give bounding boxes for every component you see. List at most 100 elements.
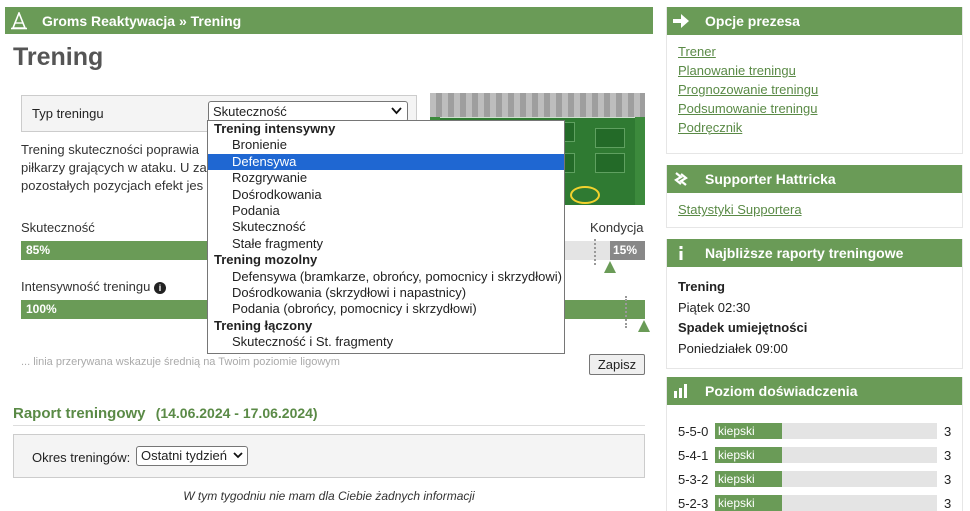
dropdown-option[interactable]: Dośrodkowania (skrzydłowi i napastnicy)	[208, 285, 564, 301]
skutecznosc-label: Skuteczność	[21, 220, 95, 235]
supporter-icon	[667, 165, 695, 193]
report-title: Raport treningowy (14.06.2024 - 17.06.20…	[13, 405, 318, 422]
page-title: Trening	[13, 43, 104, 71]
panel-supporter: Supporter Hattricka Statystyki Supporter…	[666, 165, 963, 228]
dropdown-option[interactable]: Rozgrywanie	[208, 170, 564, 186]
kondycja-bar: 15%	[610, 241, 645, 260]
chevron-down-icon	[391, 105, 402, 119]
dropdown-option[interactable]: Defensywa (bramkarze, obrońcy, pomocnicy…	[208, 269, 564, 285]
divider	[13, 425, 645, 426]
training-type-dropdown: Trening intensywny Bronienie Defensywa R…	[207, 120, 565, 354]
description-line: pozostałych pozycjach efekt jes	[21, 178, 204, 193]
period-select[interactable]: Ostatni tydzień	[136, 446, 248, 466]
average-line	[625, 296, 627, 328]
panel-doswiadczenie: Poziom doświadczenia 5-5-0 kiepski 3 5-4…	[666, 377, 963, 511]
experience-value: 3	[944, 496, 952, 511]
report-type: Spadek umiejętności	[678, 320, 808, 335]
link-planowanie[interactable]: Planowanie treningu	[678, 63, 962, 78]
dropdown-option[interactable]: Bronienie	[208, 137, 564, 153]
experience-level: kiepski	[715, 471, 782, 487]
breadcrumb: Groms Reaktywacja » Trening	[42, 12, 242, 29]
dropdown-option[interactable]: Stałe fragmenty	[208, 236, 564, 252]
experience-value: 3	[944, 448, 952, 463]
dropdown-option-highlighted[interactable]: Defensywa	[208, 153, 564, 171]
panel-header: Supporter Hattricka	[667, 165, 962, 193]
position-cell	[595, 128, 625, 148]
average-note: ... linia przerywana wskazuje średnią na…	[21, 356, 340, 368]
training-type-select[interactable]: Skuteczność	[208, 101, 408, 122]
experience-level: kiepski	[715, 447, 782, 463]
training-cone-icon	[5, 7, 32, 34]
panel-header: Poziom doświadczenia	[667, 377, 962, 405]
experience-row: 5-5-0 kiepski 3	[678, 423, 958, 440]
dropdown-option[interactable]: Dośrodkowania	[208, 187, 564, 203]
level-marker-icon	[638, 320, 650, 332]
dropdown-option[interactable]: Skuteczność	[208, 219, 564, 235]
empty-report-message: W tym tygodniu nie mam dla Ciebie żadnyc…	[183, 489, 475, 503]
info-icon	[667, 239, 695, 267]
period-selected: Ostatni tydzień	[141, 448, 227, 463]
report-type: Trening	[678, 279, 725, 294]
panel-title: Najbliższe raporty treningowe	[705, 245, 904, 261]
experience-value: 3	[944, 424, 952, 439]
training-type-selected: Skuteczność	[213, 104, 287, 119]
dropdown-option[interactable]: Podania (obrońcy, pomocnicy i skrzydłowi…	[208, 301, 564, 317]
intensywnosc-label: Intensywność treningu i	[21, 279, 166, 294]
period-box: Okres treningów: Ostatni tydzień	[13, 434, 645, 478]
description-line: Trening skuteczności poprawia	[21, 142, 199, 157]
stadium-stand	[430, 93, 645, 117]
dropdown-option[interactable]: Skuteczność i St. fragmenty	[208, 334, 564, 350]
experience-row: 5-3-2 kiepski 3	[678, 471, 958, 488]
formation: 5-4-1	[678, 448, 709, 463]
experience-bar: kiepski	[715, 447, 937, 463]
experience-bar: kiepski	[715, 471, 937, 487]
formation: 5-2-3	[678, 496, 709, 511]
link-trener[interactable]: Trener	[678, 44, 962, 59]
panel-header: Opcje prezesa	[667, 7, 962, 35]
dropdown-group: Trening mozolny	[214, 252, 318, 268]
training-description: Trening skuteczności poprawia piłkarzy g…	[21, 141, 217, 195]
experience-level: kiepski	[715, 495, 782, 511]
formation: 5-3-2	[678, 472, 709, 487]
dropdown-group: Trening łączony	[214, 317, 313, 333]
arrow-right-icon	[667, 7, 695, 35]
report-time: Piątek 02:30	[678, 299, 751, 315]
chevron-down-icon	[233, 450, 243, 463]
experience-bar: kiepski	[715, 423, 937, 439]
bar-chart-icon	[667, 377, 695, 405]
panel-title: Supporter Hattricka	[705, 171, 836, 187]
experience-bar: kiepski	[715, 495, 937, 511]
position-cell	[595, 153, 625, 173]
link-podrecznik[interactable]: Podręcznik	[678, 120, 962, 135]
link-podsumowanie[interactable]: Podsumowanie treningu	[678, 101, 962, 116]
save-button[interactable]: Zapisz	[589, 354, 645, 375]
main-header: Groms Reaktywacja » Trening	[5, 7, 653, 34]
report-dates: (14.06.2024 - 17.06.2024)	[155, 405, 318, 421]
description-line: piłkarzy grających w ataku. U za	[21, 160, 207, 175]
average-line	[594, 239, 596, 265]
panel-title: Opcje prezesa	[705, 13, 800, 29]
penalty-arc	[570, 186, 600, 204]
period-label: Okres treningów:	[32, 450, 131, 465]
link-prognozowanie[interactable]: Prognozowanie treningu	[678, 82, 962, 97]
kondycja-label: Kondycja	[590, 220, 644, 235]
info-icon[interactable]: i	[153, 282, 166, 294]
experience-row: 5-4-1 kiepski 3	[678, 447, 958, 464]
panel-opcje: Opcje prezesa Trener Planowanie treningu…	[666, 7, 963, 154]
experience-row: 5-2-3 kiepski 3	[678, 495, 958, 511]
link-statystyki-supportera[interactable]: Statystyki Supportera	[678, 202, 962, 217]
dropdown-group: Trening intensywny	[214, 121, 336, 136]
panel-title: Poziom doświadczenia	[705, 383, 858, 399]
formation: 5-5-0	[678, 424, 709, 439]
report-time: Poniedziałek 09:00	[678, 340, 788, 356]
panel-raporty: Najbliższe raporty treningowe Trening Pi…	[666, 239, 963, 369]
level-marker-icon	[604, 261, 616, 273]
training-type-label: Typ treningu	[32, 106, 104, 121]
page: Groms Reaktywacja » Trening Trening Typ …	[0, 0, 970, 511]
experience-value: 3	[944, 472, 952, 487]
intensywnosc-label-text: Intensywność treningu	[21, 279, 151, 294]
dropdown-option[interactable]: Podania	[208, 203, 564, 219]
report-title-text: Raport treningowy	[13, 405, 146, 422]
panel-header: Najbliższe raporty treningowe	[667, 239, 962, 267]
experience-level: kiepski	[715, 423, 782, 439]
